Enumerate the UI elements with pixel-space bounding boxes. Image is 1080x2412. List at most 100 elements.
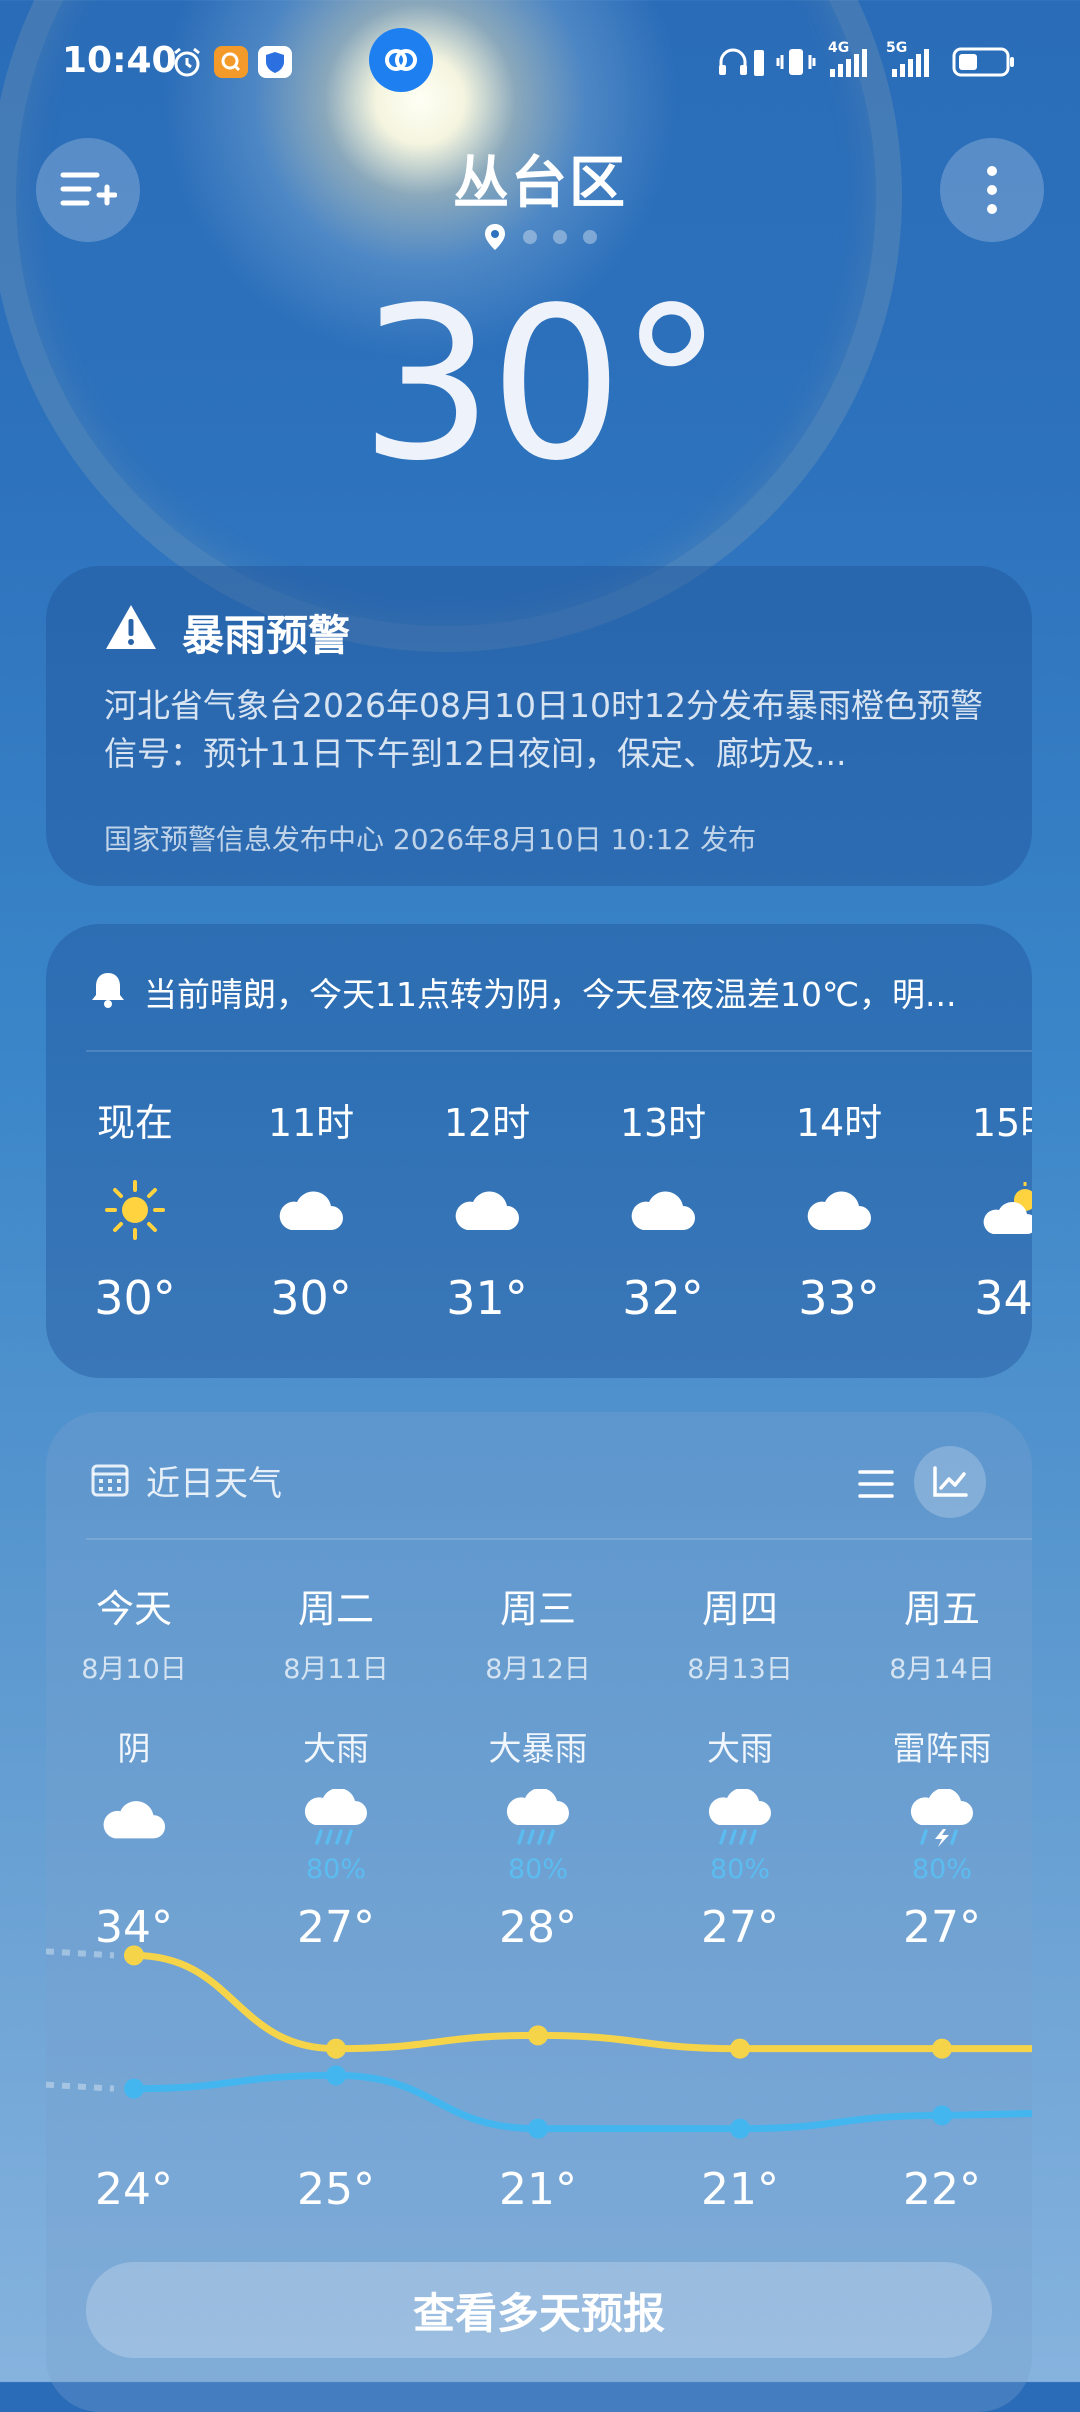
location-pin-icon bbox=[485, 224, 505, 250]
low-temp-point bbox=[326, 2065, 346, 2086]
high-temp-point bbox=[932, 2038, 952, 2059]
day-date: 8月14日 bbox=[889, 1654, 995, 1685]
hour-temp: 30° bbox=[270, 1271, 352, 1325]
day-column[interactable]: 周四 8月13日 大雨 80% 27° bbox=[640, 1578, 840, 1953]
day-weather: 阴 bbox=[117, 1729, 151, 1768]
hour-temp: 32° bbox=[622, 1271, 704, 1325]
high-temp-point bbox=[124, 1945, 144, 1966]
day-date: 8月10日 bbox=[81, 1654, 187, 1685]
day-date: 8月11日 bbox=[283, 1654, 389, 1685]
precip-chance: 80% bbox=[305, 1854, 366, 1885]
partly-cloudy-icon bbox=[940, 1175, 1032, 1245]
day-column[interactable]: 周三 8月12日 大暴雨 80% 28° bbox=[438, 1578, 638, 1953]
weather-alert-card[interactable]: 暴雨预警 河北省气象台2026年08月10日10时12分发布暴雨橙色预警信号：预… bbox=[46, 566, 1032, 886]
current-temperature: 30° bbox=[359, 262, 724, 507]
hour-temp: 31° bbox=[446, 1271, 528, 1325]
status-time: 10:40 bbox=[62, 40, 177, 81]
weather-summary[interactable]: 当前晴朗，今天11点转为阴，今天昼夜温差10℃，明... bbox=[144, 968, 1024, 1016]
day-column[interactable]: 今天 8月10日 阴 34° bbox=[34, 1578, 234, 1953]
daily-forecast-card: 近日天气 今天 8月10日 阴 34° 周二 8月11日 大雨 80% 27° … bbox=[46, 1412, 1032, 2412]
cloud-icon bbox=[588, 1175, 738, 1245]
low-temp-line bbox=[130, 2071, 1032, 2133]
battery-icon bbox=[952, 46, 1016, 78]
day-name: 今天 bbox=[95, 1587, 172, 1631]
high-temp-history-dash bbox=[46, 1948, 115, 1959]
warning-icon bbox=[106, 605, 156, 649]
low-temp-point bbox=[124, 2078, 144, 2099]
network-label-1: 4G bbox=[828, 40, 850, 56]
day-weather: 大雨 bbox=[707, 1729, 773, 1768]
precip-chance: 80% bbox=[709, 1854, 770, 1885]
link-app-button[interactable] bbox=[369, 28, 433, 92]
precip-chance bbox=[34, 1854, 234, 1888]
page-dot bbox=[523, 230, 537, 244]
low-temp-history-dash bbox=[46, 2081, 115, 2092]
sun-icon bbox=[60, 1175, 210, 1245]
hour-label: 13时 bbox=[619, 1101, 707, 1145]
hour-label: 15时 bbox=[971, 1101, 1032, 1145]
temperature-trend-chart bbox=[46, 1945, 1032, 2139]
day-date: 8月13日 bbox=[687, 1654, 793, 1685]
low-temp: 21° bbox=[499, 2164, 577, 2215]
page-dot bbox=[553, 230, 567, 244]
low-temp: 21° bbox=[701, 2164, 779, 2215]
daily-title: 近日天气 bbox=[146, 1464, 282, 1504]
day-name: 周四 bbox=[701, 1587, 778, 1631]
day-weather: 雷阵雨 bbox=[892, 1729, 992, 1768]
status-bar: 10:40 4G 5G bbox=[0, 36, 1080, 86]
hour-temp: 33° bbox=[798, 1271, 880, 1325]
low-temp-point bbox=[528, 2118, 548, 2139]
day-column[interactable]: 周五 8月14日 雷阵雨 80% 27° bbox=[842, 1578, 1042, 1953]
list-view-button[interactable] bbox=[846, 1454, 906, 1514]
high-temp-point bbox=[326, 2038, 346, 2059]
hour-item: 12时 31° bbox=[412, 1092, 562, 1325]
day-name: 周二 bbox=[297, 1587, 374, 1631]
hour-item: 14时 33° bbox=[764, 1092, 914, 1325]
cloud-icon bbox=[412, 1175, 562, 1245]
day-column[interactable]: 周二 8月11日 大雨 80% 27° bbox=[236, 1578, 436, 1953]
low-temp: 24° bbox=[95, 2164, 173, 2215]
signal-4g-icon: 4G bbox=[826, 40, 876, 78]
hour-temp: 30° bbox=[94, 1271, 176, 1325]
day-name: 周五 bbox=[903, 1587, 980, 1631]
alert-body: 河北省气象台2026年08月10日10时12分发布暴雨橙色预警信号：预计11日下… bbox=[104, 686, 983, 773]
divider bbox=[86, 1050, 1032, 1052]
hour-label: 12时 bbox=[443, 1101, 531, 1145]
hour-item: 现在 30° bbox=[60, 1092, 210, 1325]
list-icon bbox=[858, 1470, 894, 1498]
day-name: 周三 bbox=[499, 1587, 576, 1631]
hour-label: 11时 bbox=[267, 1101, 355, 1145]
heavy-rain-icon bbox=[236, 1784, 436, 1854]
heavy-rain-icon bbox=[438, 1784, 638, 1854]
app-notification-icon bbox=[214, 46, 248, 78]
low-temp: 22° bbox=[903, 2164, 981, 2215]
link-icon bbox=[385, 49, 417, 71]
city-name[interactable]: 丛台区 bbox=[0, 138, 1080, 219]
calendar-icon bbox=[91, 1464, 129, 1497]
alert-source: 国家预警信息发布中心 2026年8月10日 10:12 发布 bbox=[104, 823, 757, 856]
precip-chance: 80% bbox=[507, 1854, 568, 1885]
network-label-2: 5G bbox=[886, 40, 908, 56]
hour-temp: 34° bbox=[974, 1271, 1032, 1325]
page-indicator bbox=[0, 222, 1080, 252]
hourly-list[interactable]: 现在 30° 11时 30° 12时 31° 13时 32° 14时 33° 1… bbox=[46, 1092, 1032, 1352]
hour-item: 11时 30° bbox=[236, 1092, 386, 1325]
high-temp-line bbox=[130, 1951, 1032, 2053]
signal-5g-icon: 5G bbox=[884, 40, 938, 78]
chart-view-button[interactable] bbox=[914, 1446, 986, 1518]
hourly-forecast-card: 当前晴朗，今天11点转为阴，今天昼夜温差10℃，明... 现在 30° 11时 … bbox=[46, 924, 1032, 1378]
vibrate-icon bbox=[776, 46, 816, 78]
high-temp-point bbox=[528, 2025, 548, 2046]
low-temp-point bbox=[932, 2105, 952, 2126]
alert-title: 暴雨预警 bbox=[182, 611, 351, 660]
view-more-forecast-button[interactable]: 查看多天预报 bbox=[86, 2262, 992, 2358]
bell-icon bbox=[92, 973, 124, 1008]
hour-label: 14时 bbox=[795, 1101, 883, 1145]
hour-label: 现在 bbox=[96, 1101, 173, 1145]
high-temp-point bbox=[730, 2038, 750, 2059]
low-temp: 25° bbox=[297, 2164, 375, 2215]
cloud-icon bbox=[764, 1175, 914, 1245]
cloud-icon bbox=[34, 1784, 234, 1854]
low-temp-point bbox=[730, 2118, 750, 2139]
page-dot bbox=[583, 230, 597, 244]
